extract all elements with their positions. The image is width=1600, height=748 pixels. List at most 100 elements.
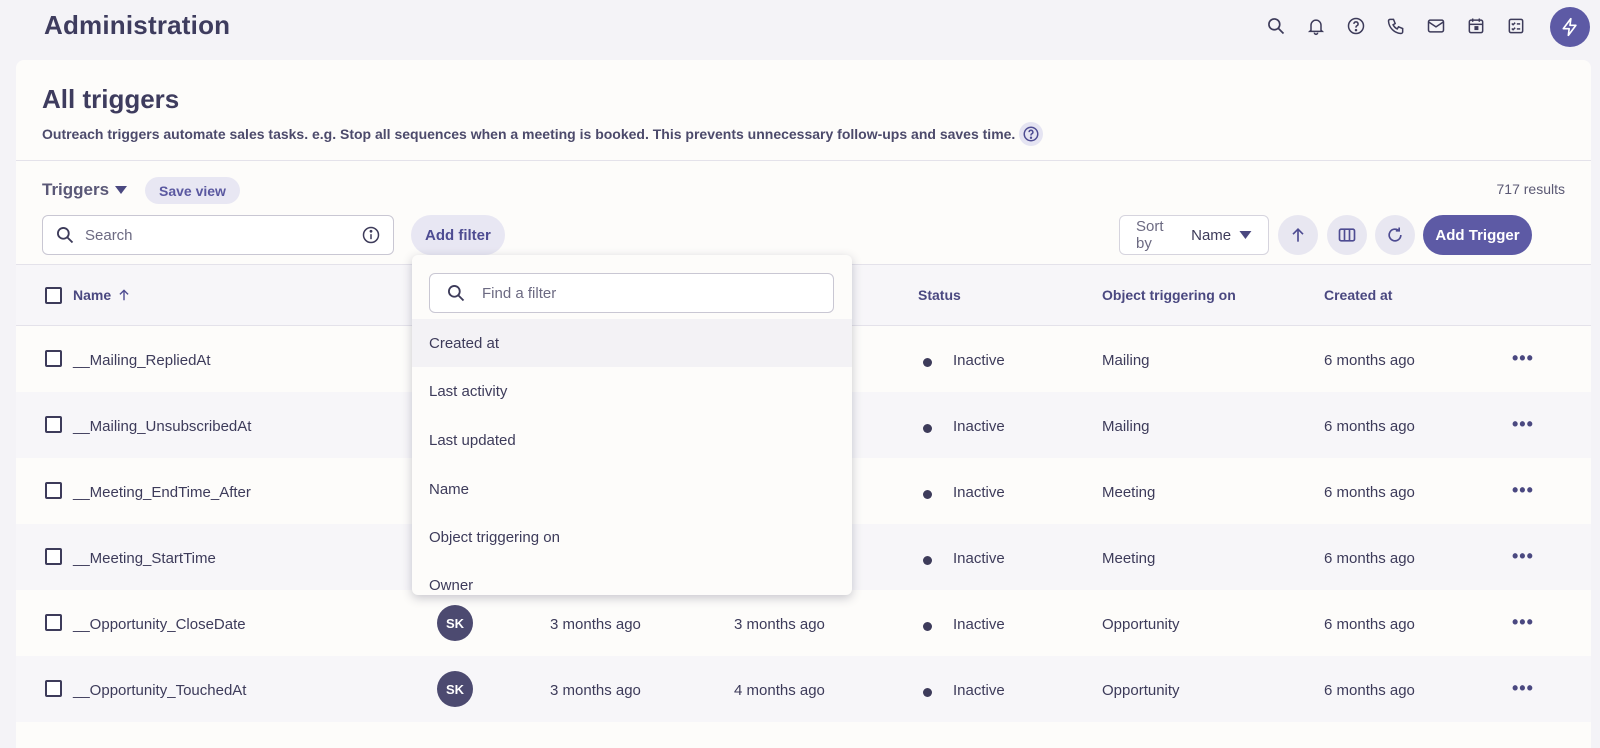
table-row[interactable]: __Opportunity_TouchedAt SK 3 months ago …	[16, 656, 1591, 722]
row-created: 6 months ago	[1324, 682, 1415, 699]
row-object: Meeting	[1102, 550, 1156, 567]
sort-value: Name	[1191, 226, 1232, 244]
filter-dropdown: Created at Last activity Last updated Na…	[412, 255, 852, 595]
more-actions-icon[interactable]: •••	[1512, 480, 1534, 501]
sort-ascending-icon	[119, 289, 129, 301]
top-icon-group	[1264, 14, 1528, 38]
row-name[interactable]: __Opportunity_TouchedAt	[73, 682, 246, 699]
top-bar: Administration	[0, 0, 1600, 56]
row-checkbox[interactable]	[45, 482, 62, 499]
row-checkbox[interactable]	[45, 416, 62, 433]
column-header-object[interactable]: Object triggering on	[1102, 287, 1236, 303]
row-last-updated: 3 months ago	[734, 616, 825, 633]
more-actions-icon[interactable]: •••	[1512, 546, 1534, 567]
find-filter-input[interactable]	[482, 284, 817, 302]
row-checkbox[interactable]	[45, 350, 62, 367]
row-status: Inactive	[953, 550, 1005, 567]
row-created: 6 months ago	[1324, 418, 1415, 435]
row-object: Opportunity	[1102, 616, 1180, 633]
phone-icon[interactable]	[1384, 14, 1408, 38]
column-header-created[interactable]: Created at	[1324, 287, 1392, 303]
sort-direction-button[interactable]	[1278, 215, 1318, 255]
add-filter-button[interactable]: Add filter	[411, 215, 505, 255]
caret-down-icon	[115, 186, 128, 194]
search-icon	[448, 285, 465, 302]
quick-actions-button[interactable]	[1550, 7, 1590, 47]
filter-option-owner[interactable]: Owner	[412, 561, 852, 595]
search-icon	[57, 227, 74, 244]
sort-label: Sort by	[1136, 218, 1164, 252]
view-name: Triggers	[42, 180, 110, 199]
row-checkbox[interactable]	[45, 614, 62, 631]
mail-icon[interactable]	[1424, 14, 1448, 38]
row-checkbox[interactable]	[45, 548, 62, 565]
more-actions-icon[interactable]: •••	[1512, 612, 1534, 633]
page-title: All triggers	[42, 84, 180, 114]
column-name-label: Name	[73, 287, 112, 303]
search-icon[interactable]	[1264, 14, 1288, 38]
refresh-icon	[1388, 227, 1402, 242]
row-checkbox[interactable]	[45, 680, 62, 697]
arrow-up-icon	[1292, 227, 1304, 242]
row-last-activity: 3 months ago	[550, 616, 641, 633]
status-dot	[923, 424, 932, 433]
more-actions-icon[interactable]: •••	[1512, 348, 1534, 369]
find-filter-box[interactable]	[429, 273, 834, 313]
add-trigger-button[interactable]: Add Trigger	[1423, 215, 1532, 255]
sort-select[interactable]: Sort by Name	[1119, 215, 1269, 255]
row-status: Inactive	[953, 484, 1005, 501]
filter-option-name[interactable]: Name	[412, 465, 852, 513]
column-header-name[interactable]: Name	[73, 287, 131, 303]
row-name[interactable]: __Mailing_RepliedAt	[73, 352, 211, 369]
refresh-button[interactable]	[1375, 215, 1415, 255]
app-title: Administration	[44, 10, 231, 40]
calendar-icon[interactable]	[1464, 14, 1488, 38]
row-last-activity: 3 months ago	[550, 682, 641, 699]
bell-icon[interactable]	[1304, 14, 1328, 38]
row-name[interactable]: __Opportunity_CloseDate	[73, 616, 246, 633]
row-name[interactable]: __Meeting_StartTime	[73, 550, 216, 567]
view-selector[interactable]: Triggers	[42, 180, 128, 200]
row-status: Inactive	[953, 616, 1005, 633]
table-row[interactable]: __Opportunity_CloseDate SK 3 months ago …	[16, 590, 1591, 656]
status-dot	[923, 688, 932, 697]
columns-button[interactable]	[1327, 215, 1367, 255]
results-count: 717 results	[1496, 181, 1565, 197]
save-view-button[interactable]: Save view	[145, 177, 240, 204]
owner-avatar[interactable]: SK	[437, 671, 473, 707]
search-box[interactable]	[42, 215, 394, 255]
help-icon[interactable]	[1019, 122, 1044, 146]
row-status: Inactive	[953, 352, 1005, 369]
row-object: Opportunity	[1102, 682, 1180, 699]
more-actions-icon[interactable]: •••	[1512, 414, 1534, 435]
page-description: Outreach triggers automate sales tasks. …	[42, 122, 1044, 146]
search-input[interactable]	[85, 226, 351, 244]
filter-option-object[interactable]: Object triggering on	[412, 513, 852, 561]
divider	[16, 160, 1591, 161]
status-dot	[923, 556, 932, 565]
filter-option-last-updated[interactable]: Last updated	[412, 416, 852, 464]
row-status: Inactive	[953, 418, 1005, 435]
filter-option-created-at[interactable]: Created at	[412, 319, 852, 367]
more-actions-icon[interactable]: •••	[1512, 678, 1534, 699]
filter-option-last-activity[interactable]: Last activity	[412, 367, 852, 415]
status-dot	[923, 358, 932, 367]
tasks-icon[interactable]	[1504, 14, 1528, 38]
row-name[interactable]: __Meeting_EndTime_After	[73, 484, 251, 501]
row-object: Mailing	[1102, 352, 1150, 369]
row-name[interactable]: __Mailing_UnsubscribedAt	[73, 418, 251, 435]
row-created: 6 months ago	[1324, 616, 1415, 633]
row-created: 6 months ago	[1324, 484, 1415, 501]
owner-avatar[interactable]: SK	[437, 605, 473, 641]
columns-icon	[1338, 228, 1356, 242]
bolt-icon	[1562, 17, 1577, 37]
column-header-status[interactable]: Status	[918, 287, 961, 303]
select-all-checkbox[interactable]	[45, 287, 62, 304]
caret-down-icon	[1239, 231, 1252, 239]
help-icon[interactable]	[1344, 14, 1368, 38]
status-dot	[923, 622, 932, 631]
info-icon[interactable]	[361, 225, 381, 245]
row-object: Meeting	[1102, 484, 1156, 501]
page-description-text: Outreach triggers automate sales tasks. …	[42, 126, 1016, 142]
row-object: Mailing	[1102, 418, 1150, 435]
